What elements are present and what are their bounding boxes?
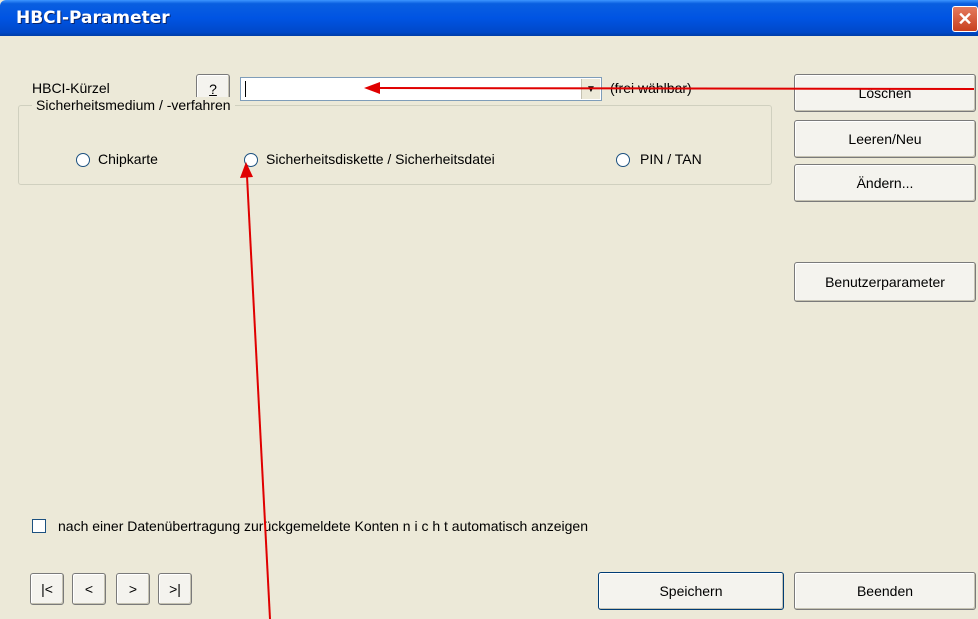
first-record-icon: |< (41, 581, 53, 597)
auto-show-accounts-checkbox[interactable] (32, 519, 46, 533)
prev-record-button[interactable]: < (72, 573, 106, 605)
radio-pin-tan[interactable] (616, 153, 630, 167)
next-record-icon: > (128, 581, 138, 597)
user-params-button[interactable]: Benutzerparameter (794, 262, 976, 302)
close-button[interactable]: ✕ (952, 6, 978, 32)
close-icon: ✕ (957, 8, 973, 29)
last-record-button[interactable]: >| (158, 573, 192, 605)
exit-button[interactable]: Beenden (794, 572, 976, 610)
user-params-button-label: Benutzerparameter (825, 274, 945, 290)
security-medium-group (18, 105, 772, 185)
window-title: HBCI-Parameter (16, 8, 170, 28)
radio-sicherheitsdiskette[interactable] (244, 153, 258, 167)
title-bar: HBCI-Parameter ✕ (0, 0, 978, 36)
radio-sicherheitsdiskette-label[interactable]: Sicherheitsdiskette / Sicherheitsdatei (266, 151, 495, 167)
hbci-parameter-window: HBCI-Parameter ✕ HBCI-Kürzel ? ▼ (frei w… (0, 0, 978, 619)
clear-new-button[interactable]: Leeren/Neu (794, 120, 976, 158)
radio-pin-tan-label[interactable]: PIN / TAN (640, 151, 702, 167)
auto-show-accounts-label[interactable]: nach einer Datenübertragung zurückgemeld… (58, 518, 588, 534)
save-button-label: Speichern (659, 583, 723, 599)
arrow-to-diskette-radio (246, 175, 271, 619)
security-group-legend: Sicherheitsmedium / -verfahren (32, 97, 235, 113)
text-caret (245, 81, 246, 97)
kuerzel-combobox[interactable]: ▼ (240, 77, 602, 101)
prev-record-icon: < (84, 581, 94, 597)
exit-button-label: Beenden (856, 583, 914, 599)
save-button[interactable]: Speichern (598, 572, 784, 610)
next-record-button[interactable]: > (116, 573, 150, 605)
radio-chipkarte-label[interactable]: Chipkarte (98, 151, 158, 167)
last-record-icon: >| (169, 581, 181, 597)
kuerzel-hint: (frei wählbar) (610, 80, 692, 96)
kuerzel-label: HBCI-Kürzel (32, 80, 110, 96)
radio-chipkarte[interactable] (76, 153, 90, 167)
first-record-button[interactable]: |< (30, 573, 64, 605)
delete-button-label: Löschen (858, 85, 912, 101)
help-label: ? (209, 81, 217, 97)
dropdown-arrow-icon[interactable]: ▼ (581, 79, 600, 99)
change-button-label: Ändern... (856, 175, 914, 191)
change-button[interactable]: Ändern... (794, 164, 976, 202)
delete-button[interactable]: Löschen (794, 74, 976, 112)
clear-new-button-label: Leeren/Neu (848, 131, 922, 147)
